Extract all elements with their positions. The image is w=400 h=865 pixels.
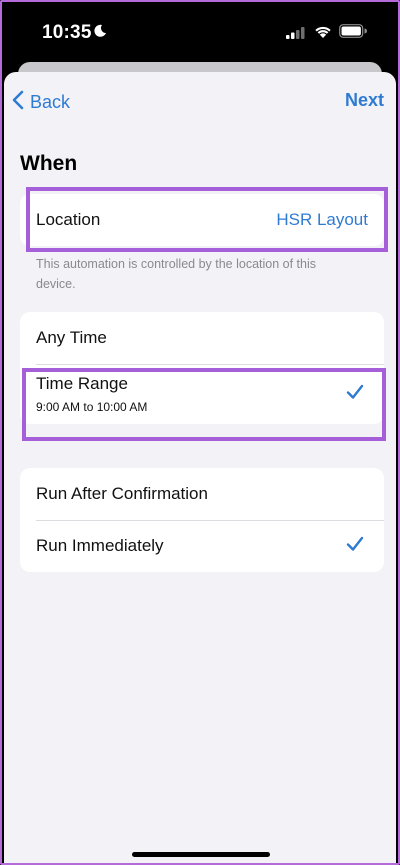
location-highlight-box <box>26 187 388 252</box>
chevron-left-icon <box>12 90 30 115</box>
checkmark-icon <box>346 536 364 557</box>
moon-icon <box>93 24 107 43</box>
section-title: When <box>20 152 78 175</box>
battery-icon <box>339 24 367 43</box>
any-time-label: Any Time <box>36 328 107 347</box>
back-label: Back <box>30 92 71 112</box>
status-time: 10:35 <box>42 22 92 43</box>
status-bar: 10:35 <box>2 2 398 62</box>
run-card: Run After Confirmation Run Immediately <box>20 468 384 572</box>
signal-icon <box>286 26 306 44</box>
next-button[interactable]: Next <box>345 90 384 111</box>
home-indicator[interactable] <box>132 852 270 857</box>
run-after-confirmation-label: Run After Confirmation <box>36 484 208 503</box>
time-range-highlight-box <box>22 368 386 441</box>
run-immediately-label: Run Immediately <box>36 536 164 555</box>
any-time-row[interactable]: Any Time <box>20 312 384 364</box>
phone-screen: 10:35 Back Next When Location HSR Layout… <box>0 0 400 865</box>
location-footnote: This automation is controlled by the loc… <box>36 257 317 291</box>
back-button[interactable]: Back <box>12 90 70 115</box>
automation-sheet: Back Next When Location HSR Layout This … <box>4 72 396 863</box>
run-immediately-row[interactable]: Run Immediately <box>20 520 384 572</box>
run-after-confirmation-row[interactable]: Run After Confirmation <box>20 468 384 520</box>
wifi-icon <box>313 24 333 44</box>
